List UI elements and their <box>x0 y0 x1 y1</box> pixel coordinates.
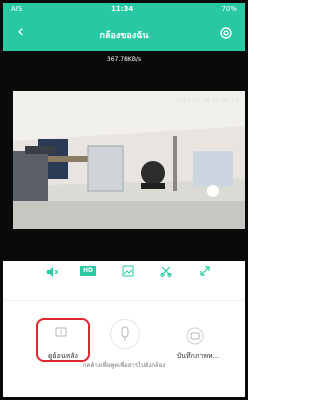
talk-button[interactable] <box>110 319 140 349</box>
action-panel: ดูย้อนหลัง กดค้างเพื่อพูดเพื่อสารไปยังกล… <box>3 301 245 397</box>
playback-icon[interactable] <box>51 322 71 342</box>
record-icon[interactable] <box>185 326 205 346</box>
image-icon[interactable] <box>122 265 134 277</box>
scissors-icon[interactable] <box>160 265 172 277</box>
video-area: 367.78KB/s 2021-03-06 11:34:13 <box>3 51 245 261</box>
status-time: 11:34 <box>111 5 134 13</box>
record-label[interactable]: บันทึกภาพห... <box>168 351 228 362</box>
expand-icon[interactable] <box>199 265 211 277</box>
status-bar: AIS 11:34 70% <box>3 3 245 17</box>
app-header: ‹ กล้องของฉัน <box>3 17 245 51</box>
camera-feed[interactable]: 2021-03-06 11:34:13 <box>13 91 245 229</box>
control-bar: HD <box>3 261 245 283</box>
carrier-label: AIS <box>11 5 23 13</box>
speaker-mute-icon[interactable] <box>45 265 59 279</box>
quality-button[interactable]: HD <box>80 266 96 276</box>
stream-speed: 367.78KB/s <box>106 56 142 63</box>
camera-scene <box>13 91 245 229</box>
page-title: กล้องของฉัน <box>99 31 149 41</box>
timestamp-overlay: 2021-03-06 11:34:13 <box>175 97 239 104</box>
microphone-icon <box>121 326 129 341</box>
battery-level: 70% <box>221 5 237 13</box>
gear-icon[interactable] <box>219 26 233 40</box>
